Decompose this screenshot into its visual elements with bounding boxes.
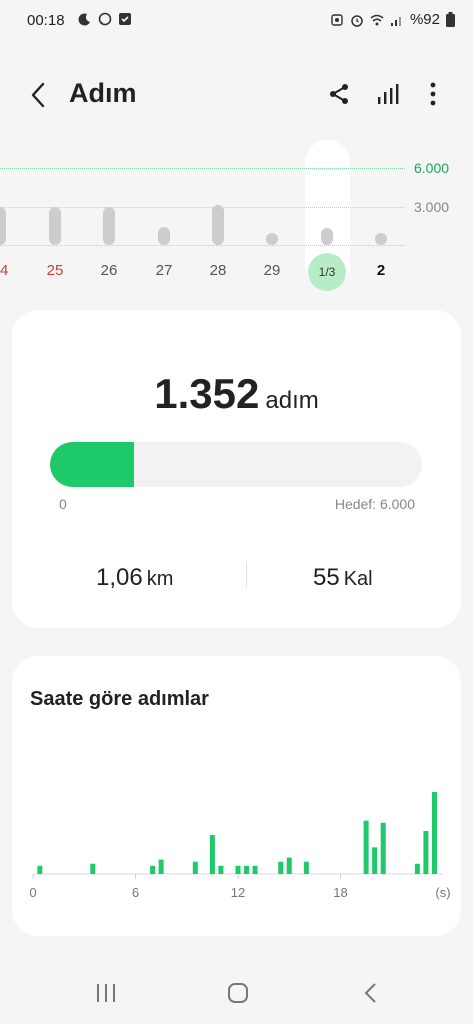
hourly-bar — [414, 863, 420, 874]
wifi-icon — [370, 14, 384, 25]
day-label[interactable]: 1/3 — [308, 253, 346, 291]
goal-gridline-label: 6.000 — [414, 160, 450, 176]
day-label[interactable]: 25 — [40, 262, 70, 279]
day-label[interactable]: 27 — [149, 262, 179, 279]
back-icon[interactable] — [24, 80, 54, 110]
hourly-bar — [380, 822, 386, 874]
base-gridline — [0, 245, 405, 246]
calories-value: 55 — [313, 564, 340, 591]
share-icon[interactable] — [327, 82, 351, 106]
distance-unit: km — [146, 568, 174, 590]
hourly-steps-card[interactable]: Saate göre adımlar 0 6 12 18 (s) — [12, 656, 461, 936]
day-bar[interactable] — [212, 205, 224, 245]
recents-icon[interactable] — [91, 978, 121, 1008]
hourly-bar — [286, 857, 292, 874]
step-count: 1.352 — [154, 370, 260, 417]
header: Adım — [0, 70, 473, 122]
calories-unit: Kal — [343, 568, 373, 590]
day-bar[interactable] — [49, 206, 61, 245]
goal-progress-fill — [50, 442, 134, 487]
hourly-tick-label: 6 — [132, 885, 139, 900]
home-icon[interactable] — [223, 978, 253, 1008]
day-label[interactable]: 29 — [257, 262, 287, 279]
day-bar[interactable] — [266, 233, 278, 245]
hourly-bar — [218, 865, 224, 874]
hourly-bar — [209, 835, 215, 874]
hourly-bar — [37, 865, 43, 874]
stat-divider — [246, 562, 247, 588]
hourly-bar — [90, 863, 96, 874]
alarm-icon — [351, 14, 363, 27]
hourly-bar — [158, 859, 164, 874]
hourly-tick-label: 0 — [29, 885, 36, 900]
step-unit: adım — [265, 387, 319, 414]
hourly-bar — [244, 865, 250, 874]
hourly-bar — [431, 792, 437, 874]
navigation-bar — [0, 960, 473, 1024]
hourly-bar — [235, 865, 241, 874]
back-nav-icon[interactable] — [356, 978, 386, 1008]
steps-summary-card: 1.352 adım 0 Hedef: 6.000 1,06 km 55 Kal — [12, 310, 461, 628]
battery-icon — [446, 12, 455, 27]
hourly-tick-label: 12 — [231, 885, 245, 900]
signal-icon — [390, 16, 401, 26]
whatsapp-icon — [98, 12, 112, 26]
hourly-title: Saate göre adımlar — [30, 688, 209, 710]
bar-chart-icon[interactable] — [377, 82, 401, 106]
day-bar[interactable] — [103, 206, 115, 245]
progress-goal-label: Hedef: 6.000 — [334, 496, 415, 512]
day-label[interactable]: 28 — [203, 262, 233, 279]
progress-min-label: 0 — [59, 496, 67, 512]
mid-gridline-label: 3.000 — [414, 199, 450, 215]
hourly-bar — [252, 865, 258, 874]
moon-icon — [78, 13, 90, 26]
page-title: Adım — [69, 78, 137, 108]
day-label[interactable]: 2 — [366, 262, 396, 279]
day-label[interactable]: 26 — [94, 262, 124, 279]
hourly-unit-label: (s) — [435, 885, 450, 900]
hourly-chart: 0 6 12 18 (s) — [29, 792, 451, 900]
calories-stat: 55 Kal — [313, 564, 373, 592]
distance-value: 1,06 — [96, 564, 143, 591]
check-notification-icon — [119, 13, 131, 25]
hourly-bar — [150, 865, 156, 874]
hourly-bar — [363, 820, 369, 874]
hourly-bar — [423, 830, 429, 874]
hourly-bar — [278, 861, 284, 874]
mid-gridline — [0, 207, 405, 208]
battery-percent: %92 — [409, 11, 440, 28]
goal-gridline — [0, 168, 405, 169]
status-time: 00:18 — [27, 12, 65, 29]
status-bar: 00:18 %92 — [0, 0, 473, 42]
hourly-bar — [303, 861, 309, 874]
day-bar[interactable] — [375, 233, 387, 245]
more-vert-icon[interactable] — [425, 81, 441, 107]
nfc-icon — [331, 13, 343, 26]
hourly-bar — [372, 847, 378, 874]
day-bar[interactable] — [321, 227, 333, 245]
goal-progress-bar — [50, 442, 422, 487]
day-bar[interactable] — [158, 227, 170, 245]
hourly-tick-label: 18 — [333, 885, 347, 900]
day-label[interactable]: 24 — [0, 262, 15, 279]
weekly-chart[interactable]: 6.000 3.000 24 25 26 27 28 29 1/3 2 — [0, 136, 473, 296]
distance-stat: 1,06 km — [96, 564, 173, 592]
hourly-bar — [192, 861, 198, 874]
day-bar[interactable] — [0, 206, 6, 245]
